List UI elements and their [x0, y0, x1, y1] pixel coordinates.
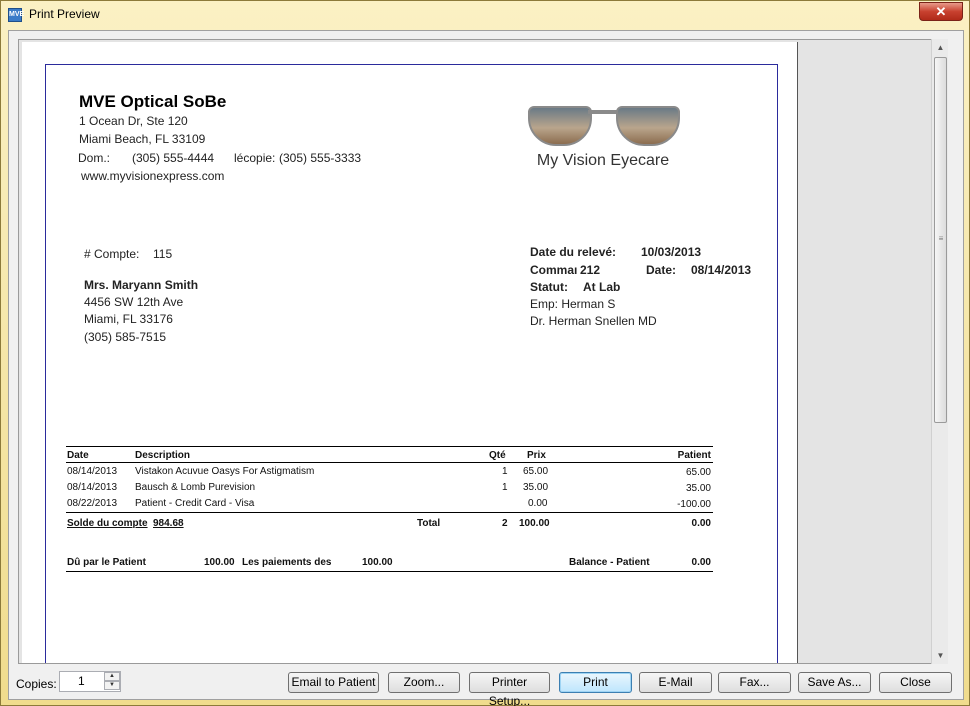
- print-button[interactable]: Print: [559, 672, 632, 693]
- printer-setup-button[interactable]: Printer Setup...: [469, 672, 550, 706]
- total-price: 100.00: [519, 518, 550, 529]
- row3-patient: -100.00: [677, 499, 711, 510]
- patient-name: Mrs. Maryann Smith: [84, 278, 199, 292]
- col-header-qty: Qté: [489, 450, 506, 461]
- doctor: Dr. Herman Snellen MD: [530, 314, 657, 328]
- col-header-price: Prix: [527, 450, 546, 461]
- app-icon: MVE: [8, 8, 24, 22]
- company-website: www.myvisionexpress.com: [81, 169, 225, 183]
- window-title: Print Preview: [29, 7, 100, 21]
- total-qty: 2: [502, 518, 508, 529]
- row3-description: Patient - Credit Card - Visa: [135, 498, 255, 509]
- fax-button[interactable]: Fax...: [718, 672, 791, 693]
- payments-label: Les paiements des: [242, 557, 332, 568]
- total-label: Total: [417, 518, 441, 529]
- phone-value: (305) 555-4444: [132, 151, 215, 165]
- balance-value: 984.68: [153, 518, 184, 529]
- row1-price: 65.00: [523, 466, 549, 477]
- employee: Emp: Herman S: [530, 297, 616, 311]
- header-bottom-rule: [66, 462, 713, 463]
- status-value: At Lab: [583, 280, 621, 294]
- patient-address-line2: Miami, FL 33176: [84, 312, 173, 326]
- row3-price: 0.00: [528, 498, 548, 509]
- row2-qty: 1: [502, 482, 508, 493]
- row2-patient: 35.00: [685, 483, 711, 494]
- order-number: 212: [580, 263, 601, 277]
- company-name: MVE Optical SoBe: [79, 92, 227, 111]
- email-to-patient-button[interactable]: Email to Patient: [288, 672, 379, 693]
- copies-label: Copies:: [16, 677, 57, 691]
- order-date-label: Date:: [646, 263, 677, 277]
- col-header-description: Description: [135, 450, 191, 461]
- copies-spinner[interactable]: ▲ ▼: [104, 672, 120, 691]
- close-button[interactable]: Close: [879, 672, 952, 693]
- col-header-patient: Patient: [677, 450, 711, 461]
- fax-value: (305) 555-3333: [279, 151, 362, 165]
- preview-page: MVE Optical SoBe 1 Ocean Dr, Ste 120 Mia…: [22, 42, 798, 663]
- table-top-rule: [66, 446, 713, 447]
- vertical-scrollbar[interactable]: ▲ ≡ ▼: [931, 39, 948, 664]
- sunglasses-left-lens: [528, 106, 592, 146]
- statement-date: 10/03/2013: [641, 245, 702, 259]
- preview-area[interactable]: MVE Optical SoBe 1 Ocean Dr, Ste 120 Mia…: [18, 39, 940, 664]
- col-header-date: Date: [67, 450, 89, 461]
- order-date: 08/14/2013: [691, 263, 752, 277]
- scroll-up-arrow-icon[interactable]: ▲: [932, 39, 949, 56]
- company-logo: My Vision Eyecare: [528, 100, 680, 180]
- row2-date: 08/14/2013: [67, 482, 118, 493]
- row1-qty: 1: [502, 466, 508, 477]
- zoom-button[interactable]: Zoom...: [388, 672, 460, 693]
- due-label: Dû par le Patient: [67, 557, 146, 568]
- patient-address-line1: 4456 SW 12th Ave: [84, 295, 184, 309]
- total-patient: 0.00: [691, 518, 711, 529]
- scroll-down-arrow-icon[interactable]: ▼: [932, 647, 949, 664]
- summary-balance-value: 0.00: [691, 557, 711, 568]
- row3-date: 08/22/2013: [67, 498, 118, 509]
- company-address-line2: Miami Beach, FL 33109: [79, 132, 206, 146]
- statement-date-label: Date du relevé:: [530, 245, 617, 259]
- patient-phone: (305) 585-7515: [84, 330, 167, 344]
- phone-label: Dom.:: [78, 151, 111, 165]
- spin-up-icon[interactable]: ▲: [104, 672, 120, 681]
- logo-text: My Vision Eyecare: [536, 152, 670, 169]
- row1-date: 08/14/2013: [67, 466, 118, 477]
- window-client-area: MVE Optical SoBe 1 Ocean Dr, Ste 120 Mia…: [8, 30, 965, 706]
- sunglasses-right-lens: [616, 106, 680, 146]
- table-total-rule: [66, 512, 713, 513]
- row1-patient: 65.00: [685, 467, 711, 478]
- row2-price: 35.00: [523, 482, 549, 493]
- payments-value: 100.00: [362, 557, 393, 568]
- spin-down-icon[interactable]: ▼: [104, 681, 120, 690]
- balance-label: Solde du compte: [67, 518, 148, 529]
- print-preview-window: MVE Print Preview ✕ MVE Optical SoBe 1 O…: [0, 0, 970, 706]
- bottom-toolbar: Copies: 1 ▲ ▼ Email to Patient Zoom... P…: [9, 665, 965, 706]
- email-button[interactable]: E-Mail: [639, 672, 712, 693]
- order-label: Commaı: [530, 263, 578, 277]
- account-label: # Compte:: [84, 247, 140, 261]
- row2-description: Bausch & Lomb Purevision: [135, 482, 256, 493]
- save-as-button[interactable]: Save As...: [798, 672, 871, 693]
- grip-icon: ≡: [938, 234, 944, 243]
- scroll-thumb[interactable]: ≡: [934, 57, 947, 423]
- account-number: 115: [153, 247, 173, 261]
- fax-label: lécopie:: [234, 151, 276, 165]
- summary-bottom-rule: [66, 571, 713, 572]
- window-close-button[interactable]: ✕: [919, 2, 963, 21]
- status-label: Statut:: [530, 280, 568, 294]
- title-bar[interactable]: MVE Print Preview ✕: [1, 1, 970, 29]
- company-address-line1: 1 Ocean Dr, Ste 120: [79, 114, 188, 128]
- due-value: 100.00: [204, 557, 235, 568]
- row1-description: Vistakon Acuvue Oasys For Astigmatism: [135, 466, 315, 477]
